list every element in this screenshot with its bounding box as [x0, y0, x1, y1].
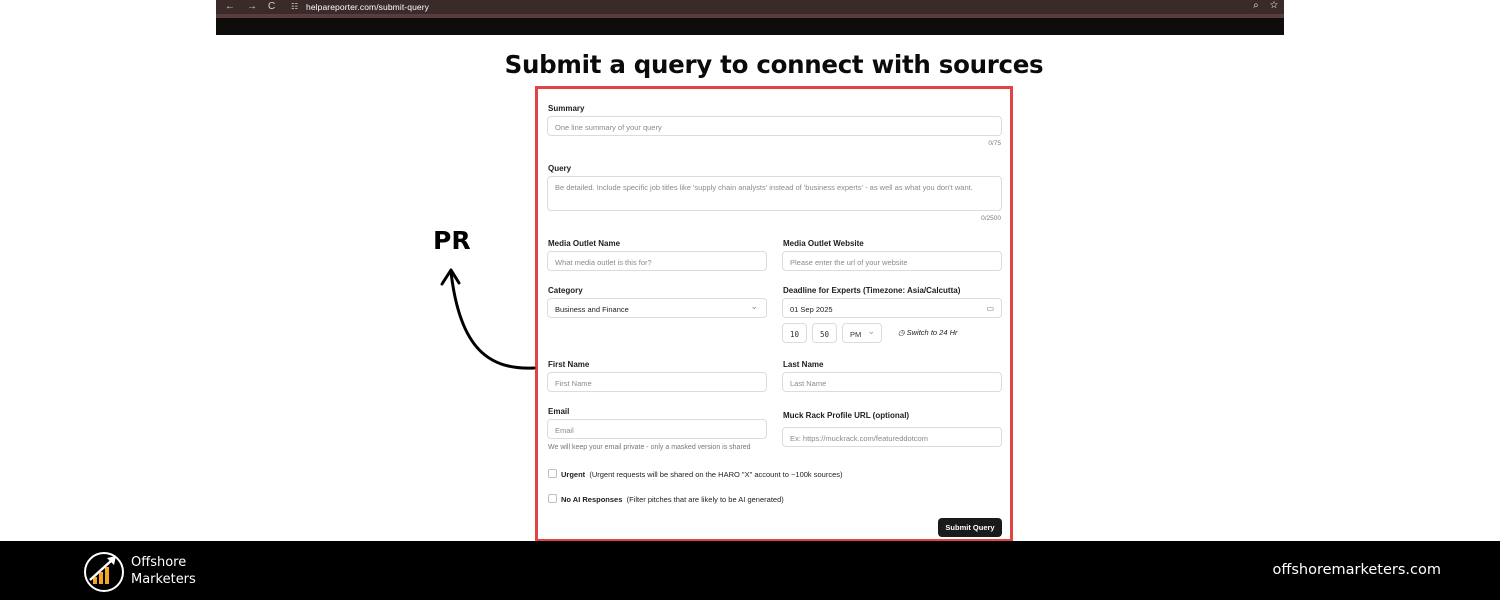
muck-rack-label: Muck Rack Profile URL (optional)	[783, 411, 910, 420]
deadline-date-value: 01 Sep 2025	[790, 305, 833, 314]
submit-query-button[interactable]: Submit Query	[938, 518, 1002, 537]
site-info-icon[interactable]: ☷	[291, 2, 298, 11]
urgent-label: Urgent	[561, 470, 586, 479]
switch-24hr-label: Switch to 24 Hr	[906, 328, 958, 337]
address-bar[interactable]: helpareporter.com/submit-query	[306, 2, 429, 12]
first-name-label: First Name	[548, 360, 590, 369]
media-outlet-name-input[interactable]: What media outlet is this for?	[547, 251, 767, 271]
email-input[interactable]: Email	[547, 419, 767, 439]
muck-rack-input[interactable]: Ex: https://muckrack.com/featureddotcom	[782, 427, 1002, 447]
urgent-checkbox[interactable]	[548, 469, 557, 478]
screenshot-canvas: ← → C ☷ helpareporter.com/submit-query ⌕…	[0, 0, 1500, 600]
query-form: Summary One line summary of your query 0…	[535, 86, 1013, 542]
query-textarea[interactable]: Be detailed. Include specific job titles…	[547, 176, 1002, 211]
page-title: Submit a query to connect with sources	[504, 50, 1044, 79]
offshore-marketers-logo-icon	[84, 552, 124, 592]
query-label: Query	[548, 164, 572, 173]
annotation-arrow-icon	[440, 268, 536, 370]
brand-line-2: Marketers	[131, 572, 196, 587]
deadline-label: Deadline for Experts (Timezone: Asia/Cal…	[783, 286, 961, 295]
site-header-bar	[216, 18, 1284, 35]
switch-24hr-button[interactable]: ◷ Switch to 24 Hr	[898, 328, 958, 337]
media-outlet-name-label: Media Outlet Name	[548, 239, 621, 248]
forward-icon[interactable]: →	[247, 1, 257, 12]
category-select[interactable]: Business and Finance ⌄	[547, 298, 767, 318]
reload-icon[interactable]: C	[268, 1, 275, 12]
zoom-icon[interactable]: ⌕	[1253, 0, 1259, 11]
footer-website-link[interactable]: offshoremarketers.com	[1272, 562, 1441, 578]
email-label: Email	[548, 407, 570, 416]
summary-input[interactable]: One line summary of your query	[547, 116, 1002, 136]
email-privacy-note: We will keep your email private - only a…	[548, 444, 751, 451]
chevron-down-icon: ⌄	[750, 301, 758, 311]
deadline-date-input[interactable]: 01 Sep 2025 ▭	[782, 298, 1002, 318]
no-ai-checkbox-row[interactable]: No AI Responses (Filter pitches that are…	[548, 494, 784, 504]
summary-label: Summary	[548, 104, 585, 113]
annotation-label: PR	[433, 226, 471, 255]
category-value: Business and Finance	[555, 305, 629, 314]
chevron-down-icon: ⌄	[867, 326, 875, 336]
no-ai-description: (Filter pitches that are likely to be AI…	[626, 495, 784, 504]
last-name-label: Last Name	[783, 360, 824, 369]
brand-line-1: Offshore	[131, 555, 187, 570]
ampm-value: PM	[850, 330, 862, 339]
no-ai-label: No AI Responses	[561, 495, 623, 504]
browser-toolbar: ← → C ☷ helpareporter.com/submit-query ⌕…	[216, 0, 1284, 14]
urgent-description: (Urgent requests will be shared on the H…	[589, 470, 843, 479]
brand-name: Offshore Marketers	[131, 554, 196, 588]
back-icon[interactable]: ←	[225, 1, 235, 12]
media-outlet-website-input[interactable]: Please enter the url of your website	[782, 251, 1002, 271]
last-name-input[interactable]: Last Name	[782, 372, 1002, 392]
first-name-input[interactable]: First Name	[547, 372, 767, 392]
minute-input[interactable]: 50	[812, 323, 837, 343]
calendar-icon[interactable]: ▭	[986, 304, 994, 313]
browser-right-icons: ⌕ ☆	[1253, 0, 1278, 11]
query-counter: 0/2500	[981, 215, 1001, 222]
bookmark-star-icon[interactable]: ☆	[1270, 0, 1278, 11]
urgent-checkbox-row[interactable]: Urgent (Urgent requests will be shared o…	[548, 469, 843, 479]
hour-input[interactable]: 10	[782, 323, 807, 343]
no-ai-checkbox[interactable]	[548, 494, 557, 503]
ampm-select[interactable]: PM ⌄	[842, 323, 882, 343]
media-outlet-website-label: Media Outlet Website	[783, 239, 864, 248]
footer-bar: Offshore Marketers offshoremarketers.com	[0, 541, 1500, 600]
category-label: Category	[548, 286, 583, 295]
clock-icon: ◷	[898, 328, 905, 337]
summary-counter: 0/75	[988, 140, 1001, 147]
